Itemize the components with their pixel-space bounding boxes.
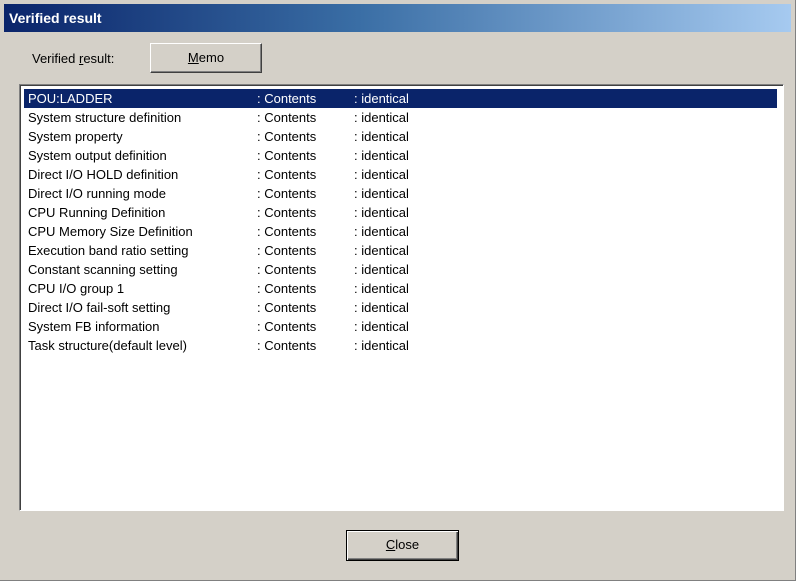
list-item-field: : Contents [257, 262, 317, 277]
title-bar[interactable]: Verified result [4, 4, 791, 32]
list-item-status: : identical [354, 243, 409, 258]
verified-result-dialog: Verified result Verified result: Memo PO… [0, 0, 796, 581]
list-item-name: Direct I/O HOLD definition [28, 167, 179, 182]
list-item-field: : Contents [257, 243, 317, 258]
list-item[interactable]: CPU Memory Size Definition : Contents : id… [24, 222, 777, 241]
list-item-status: : identical [354, 300, 409, 315]
list-item-field: : Contents [257, 319, 317, 334]
list-item-field: : Contents [257, 338, 317, 353]
list-item-field: : Contents [257, 129, 317, 144]
list-item-status: : identical [354, 281, 409, 296]
list-item-field: : Contents [257, 300, 317, 315]
list-item-field: : Contents [257, 281, 317, 296]
list-item-status: : identical [354, 91, 409, 106]
list-item-name: Direct I/O fail-soft setting [28, 300, 171, 315]
list-item[interactable]: Task structure(default level) : Contents:… [24, 336, 777, 355]
list-item-name: System output definition [28, 148, 167, 163]
verified-result-list[interactable]: POU:LADDER: Contents: identical System st… [19, 84, 784, 511]
close-mnemonic: C [385, 537, 396, 552]
memo-button[interactable]: Memo [150, 43, 262, 73]
close-button[interactable]: Close [346, 530, 459, 561]
verified-result-label: Verified result: [32, 50, 114, 68]
list-item-name: CPU Memory Size Definition [28, 224, 193, 239]
list-item[interactable]: System structure definition : Contents : i… [24, 108, 777, 127]
list-item[interactable]: CPU Running Definition : Contents : identi… [24, 203, 777, 222]
list-item-field: : Contents [257, 91, 317, 106]
list-item[interactable]: System FB information : Contents : identic… [24, 317, 777, 336]
list-item-name: Task structure(default level) [28, 338, 187, 353]
list-item-status: : identical [354, 319, 409, 334]
list-item-status: : identical [354, 186, 409, 201]
list-item[interactable]: Direct I/O running mode : Contents : ident… [24, 184, 777, 203]
list-item[interactable]: System property : Contents : identical [24, 127, 777, 146]
list-item-status: : identical [354, 205, 409, 220]
close-label-rest: lose [395, 537, 420, 552]
list-item-field: : Contents [257, 186, 317, 201]
label-suffix: esult: [83, 51, 115, 66]
list-item[interactable]: Constant scanning setting : Contents : ide… [24, 260, 777, 279]
list-item-name: Constant scanning setting [28, 262, 178, 277]
list-item-name: Direct I/O running mode [28, 186, 167, 201]
label-prefix: Verified [32, 51, 79, 66]
list-item[interactable]: CPU I/O group 1 : Contents : identical [24, 279, 777, 298]
list-item-name: POU:LADDER [28, 91, 113, 106]
memo-mnemonic: M [187, 50, 199, 65]
list-item-field: : Contents [257, 167, 317, 182]
list-item-status: : identical [354, 167, 409, 182]
list-item-field: : Contents [257, 148, 317, 163]
window-title: Verified result [9, 10, 102, 26]
list-item[interactable]: Direct I/O HOLD definition : Contents : id… [24, 165, 777, 184]
list-item-status: : identical [354, 338, 409, 353]
list-item-name: CPU I/O group 1 [28, 281, 125, 296]
list-item[interactable]: Execution band ratio setting : Contents : … [24, 241, 777, 260]
list-item-status: : identical [354, 262, 409, 277]
list-item-field: : Contents [257, 224, 317, 239]
list-item[interactable]: POU:LADDER : Contents : identical [24, 89, 777, 108]
list-item-status: : identical [354, 148, 409, 163]
list-item-name: Execution band ratio setting [28, 243, 189, 258]
memo-label-rest: emo [198, 50, 225, 65]
list-item-field: : Contents [257, 110, 317, 125]
list-item-name: CPU Running Definition [28, 205, 166, 220]
list-item-field: : Contents [257, 205, 317, 220]
list-item-name: System structure definition [28, 110, 182, 125]
list-item-status: : identical [354, 129, 409, 144]
list-item-status: : identical [354, 224, 409, 239]
list-item[interactable]: System output definition : Contents : iden… [24, 146, 777, 165]
list-item-name: System FB information [28, 319, 160, 334]
list-item-name: System property [28, 129, 123, 144]
list-item-status: : identical [354, 110, 409, 125]
list-item[interactable]: Direct I/O fail-soft setting : Contents : … [24, 298, 777, 317]
